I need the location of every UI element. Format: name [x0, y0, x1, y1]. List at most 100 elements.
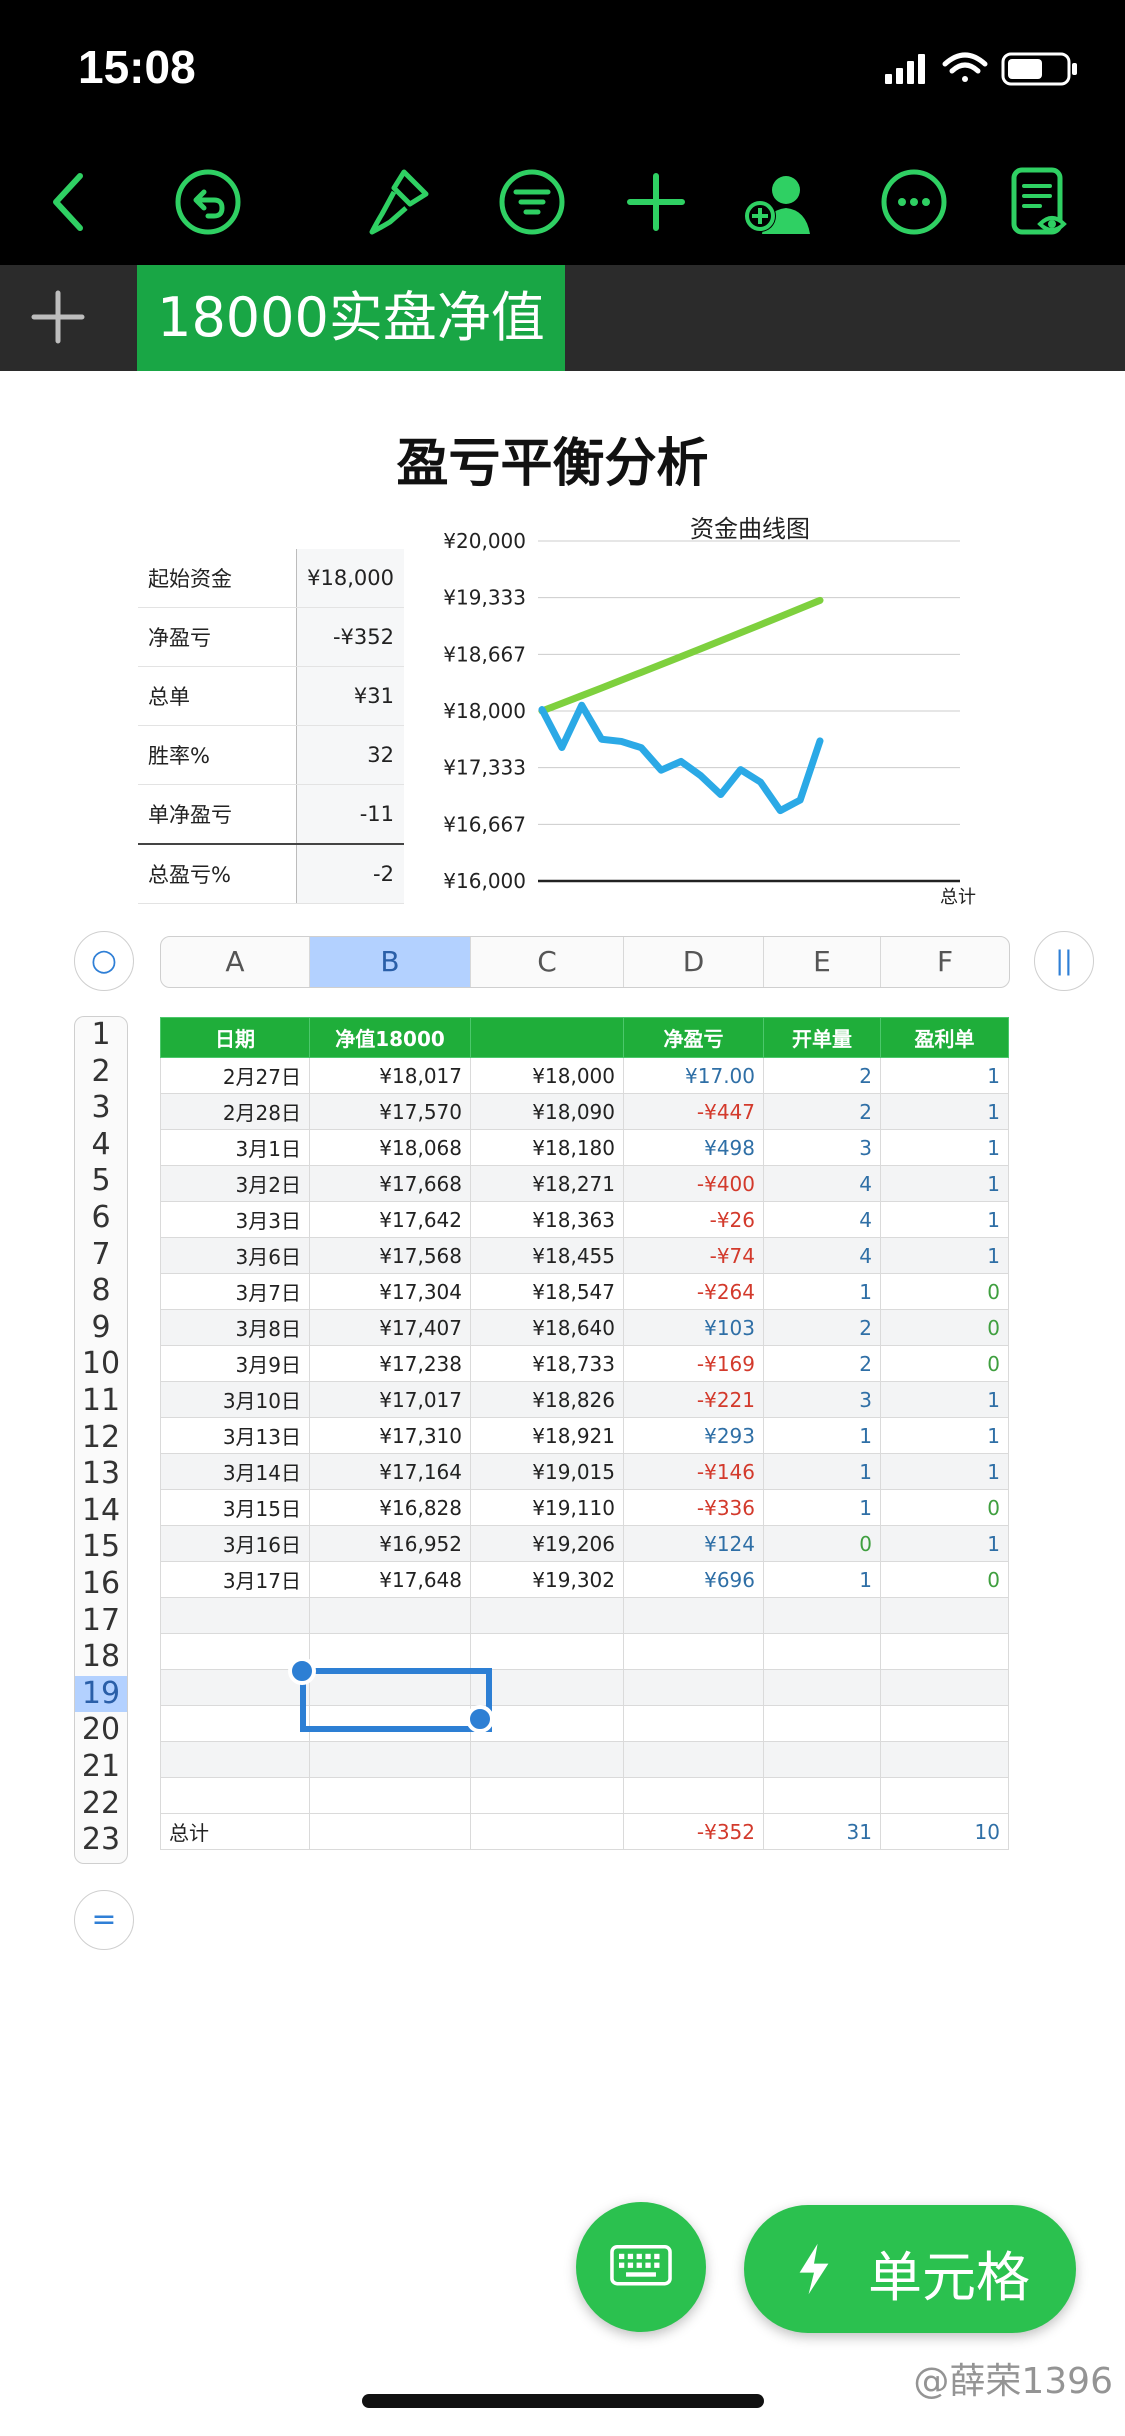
table-cell[interactable]: ¥18,733	[470, 1345, 624, 1382]
table-cell[interactable]	[880, 1597, 1009, 1634]
table-cell[interactable]: 0	[763, 1525, 881, 1562]
table-cell[interactable]: 1	[880, 1057, 1009, 1094]
table-cell[interactable]	[763, 1669, 881, 1706]
column-header-cell[interactable]: 净值18000	[309, 1017, 471, 1058]
row-header-23[interactable]: 23	[75, 1822, 127, 1859]
table-cell[interactable]: 3	[763, 1129, 881, 1166]
row-header-7[interactable]: 7	[75, 1237, 127, 1274]
column-header-c[interactable]: C	[471, 937, 624, 987]
table-cell[interactable]: 3月3日	[160, 1201, 310, 1238]
table-cell[interactable]: ¥17,568	[309, 1237, 471, 1274]
table-cell[interactable]: ¥18,090	[470, 1093, 624, 1130]
table-cell[interactable]: -¥336	[623, 1489, 764, 1526]
table-cell[interactable]: 3	[763, 1381, 881, 1418]
table-cell[interactable]	[880, 1669, 1009, 1706]
table-cell[interactable]	[623, 1741, 764, 1778]
table-cell[interactable]: 10	[880, 1813, 1009, 1850]
table-cell[interactable]: ¥17,017	[309, 1381, 471, 1418]
table-cell[interactable]	[309, 1813, 471, 1850]
table-cell[interactable]: 0	[880, 1273, 1009, 1310]
filter-icon[interactable]	[492, 162, 572, 242]
tab-active-sheet[interactable]: 18000实盘净值	[137, 265, 565, 371]
table-cell[interactable]: -¥146	[623, 1453, 764, 1490]
select-all-button[interactable]: ○	[74, 931, 134, 991]
table-cell[interactable]: 4	[763, 1201, 881, 1238]
table-cell[interactable]: ¥16,828	[309, 1489, 471, 1526]
row-header-4[interactable]: 4	[75, 1127, 127, 1164]
table-cell[interactable]: 1	[763, 1561, 881, 1598]
table-cell[interactable]	[309, 1741, 471, 1778]
table-cell[interactable]: -¥74	[623, 1237, 764, 1274]
table-cell[interactable]: -¥169	[623, 1345, 764, 1382]
table-cell[interactable]: 1	[880, 1237, 1009, 1274]
table-cell[interactable]: ¥18,000	[470, 1057, 624, 1094]
table-cell[interactable]: 1	[880, 1093, 1009, 1130]
table-cell[interactable]: 总计	[160, 1813, 310, 1850]
table-cell[interactable]	[623, 1777, 764, 1814]
row-header-6[interactable]: 6	[75, 1200, 127, 1237]
row-header-18[interactable]: 18	[75, 1639, 127, 1676]
keyboard-button[interactable]	[576, 2202, 706, 2332]
table-cell[interactable]	[623, 1597, 764, 1634]
paintbrush-icon[interactable]	[360, 162, 440, 242]
table-cell[interactable]: ¥16,952	[309, 1525, 471, 1562]
undo-icon[interactable]	[168, 162, 248, 242]
table-cell[interactable]: 2月27日	[160, 1057, 310, 1094]
table-cell[interactable]	[880, 1633, 1009, 1670]
table-cell[interactable]	[470, 1705, 624, 1742]
summary-value[interactable]: ¥18,000	[296, 549, 404, 608]
table-cell[interactable]: ¥696	[623, 1561, 764, 1598]
table-cell[interactable]: 3月15日	[160, 1489, 310, 1526]
table-cell[interactable]: ¥17,642	[309, 1201, 471, 1238]
table-cell[interactable]: -¥221	[623, 1381, 764, 1418]
table-cell[interactable]: ¥19,206	[470, 1525, 624, 1562]
row-header-17[interactable]: 17	[75, 1603, 127, 1640]
table-cell[interactable]: 1	[880, 1417, 1009, 1454]
table-cell[interactable]: ¥18,180	[470, 1129, 624, 1166]
table-cell[interactable]: ¥18,068	[309, 1129, 471, 1166]
table-cell[interactable]	[470, 1813, 624, 1850]
table-cell[interactable]: 0	[880, 1561, 1009, 1598]
column-header-f[interactable]: F	[881, 937, 1009, 987]
table-cell[interactable]: ¥17,238	[309, 1345, 471, 1382]
table-cell[interactable]: 1	[763, 1489, 881, 1526]
cell-format-button[interactable]: 单元格	[744, 2205, 1076, 2333]
more-icon[interactable]	[874, 162, 954, 242]
add-sheet-icon[interactable]	[28, 287, 88, 347]
table-cell[interactable]	[160, 1705, 310, 1742]
table-cell[interactable]: ¥19,302	[470, 1561, 624, 1598]
table-cell[interactable]	[309, 1777, 471, 1814]
table-cell[interactable]: -¥26	[623, 1201, 764, 1238]
back-icon[interactable]	[30, 162, 110, 242]
table-cell[interactable]: 1	[880, 1525, 1009, 1562]
table-cell[interactable]: 1	[880, 1453, 1009, 1490]
table-cell[interactable]: ¥17,164	[309, 1453, 471, 1490]
table-cell[interactable]	[623, 1669, 764, 1706]
table-cell[interactable]	[880, 1741, 1009, 1778]
table-cell[interactable]: ¥18,017	[309, 1057, 471, 1094]
table-cell[interactable]: 1	[880, 1381, 1009, 1418]
table-cell[interactable]	[623, 1633, 764, 1670]
add-icon[interactable]	[616, 162, 696, 242]
row-header-12[interactable]: 12	[75, 1420, 127, 1457]
column-header-cell[interactable]: 日期	[160, 1017, 310, 1058]
column-resize-handle-icon[interactable]: ||	[1034, 931, 1094, 991]
table-cell[interactable]: 4	[763, 1165, 881, 1202]
table-cell[interactable]	[160, 1669, 310, 1706]
table-cell[interactable]: ¥19,110	[470, 1489, 624, 1526]
column-header-cell[interactable]: 盈利单	[880, 1017, 1009, 1058]
table-cell[interactable]: 3月14日	[160, 1453, 310, 1490]
table-cell[interactable]	[309, 1597, 471, 1634]
summary-value[interactable]: -2	[296, 843, 404, 904]
table-cell[interactable]: 31	[763, 1813, 881, 1850]
table-cell[interactable]	[763, 1597, 881, 1634]
cell-selection-box[interactable]	[300, 1668, 492, 1732]
table-cell[interactable]: ¥293	[623, 1417, 764, 1454]
column-header-a[interactable]: A	[161, 937, 310, 987]
selection-handle-end[interactable]	[466, 1705, 494, 1733]
collaborate-icon[interactable]	[740, 162, 820, 242]
row-header-15[interactable]: 15	[75, 1529, 127, 1566]
table-cell[interactable]: ¥18,547	[470, 1273, 624, 1310]
table-cell[interactable]: ¥18,640	[470, 1309, 624, 1346]
row-header-3[interactable]: 3	[75, 1090, 127, 1127]
